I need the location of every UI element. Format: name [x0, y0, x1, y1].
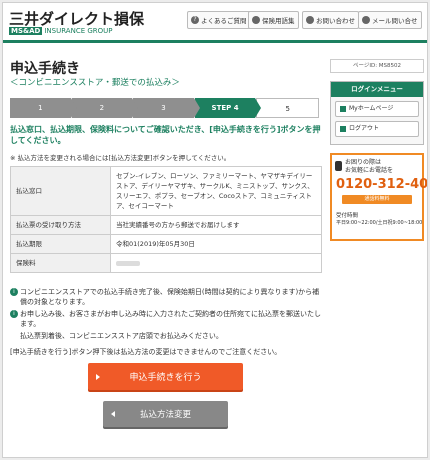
info-icon: i [10, 310, 18, 318]
page-id: ページID: MS8502 [330, 59, 424, 73]
step-2: 2 [71, 98, 138, 118]
page-subtitle: ＜コンビニエンスストア・郵送での払込み＞ [10, 78, 180, 88]
submit-application-button[interactable]: 申込手続きを行う [88, 363, 243, 390]
arrow-right-icon [96, 373, 100, 380]
row-label-receipt: 払込票の受け取り方法 [10, 215, 111, 235]
mobile-phone-icon [335, 161, 342, 171]
brand-subtitle: MS&AD INSURANCE GROUP [9, 27, 113, 35]
site-header: 三井ダイレクト損保 MS&AD INSURANCE GROUP ? よくあるご質問 … [3, 3, 427, 43]
redacted-value [116, 260, 140, 266]
nav-faq-label: よくあるご質問 [201, 17, 247, 25]
step-5: 5 [256, 98, 319, 118]
info-icon: i [10, 288, 18, 296]
contact-heading: お困りの際は お気軽にお電話を [335, 159, 394, 175]
table-row: 払込期限 令和01(2019)年05月30日 [10, 234, 322, 254]
table-row: 保険料 [10, 253, 322, 273]
change-label: 払込方法変更 [139, 410, 191, 420]
change-method-note: ※ 払込方法を変更される場合には[払込方法変更]ボタンを押してください。 [10, 154, 231, 162]
info-text: 払込票到着後、コンビニエンスストア店頭でお払込みください。 [20, 332, 223, 340]
contact-line2: お気軽にお電話を [345, 167, 394, 174]
row-value-premium [110, 253, 322, 273]
nav-contact-label: お問い合わせ [316, 17, 355, 25]
info-item: i お申し込み後、お客さまがお申し込み時に入力されたご契約者の住所宛てに払込票を郵… [10, 309, 322, 329]
question-icon: ? [191, 16, 199, 24]
home-icon [340, 105, 346, 112]
row-value-deadline: 令和01(2019)年05月30日 [110, 234, 322, 254]
table-row: 払込窓口 セブン-イレブン、ローソン、ファミリーマート、ヤマザキデイリーストア、… [10, 166, 322, 216]
contact-box: お困りの際は お気軽にお電話を 0120-312-405 通話料無料 受付時間 … [330, 153, 427, 241]
phone-number[interactable]: 0120-312-405 [336, 177, 427, 192]
change-payment-method-button[interactable]: 払込方法変更 [103, 401, 228, 427]
nav-mail-label: メール問い合せ [372, 17, 418, 25]
row-label-premium: 保険料 [10, 253, 111, 273]
brand-box: MS&AD [9, 27, 43, 35]
step-1: 1 [10, 98, 77, 118]
company-logo[interactable]: 三井ダイレクト損保 [9, 8, 144, 29]
nav-contact[interactable]: お問い合わせ [302, 11, 359, 29]
my-homepage-label: Myホームページ [349, 105, 394, 112]
info-list: i コンビニエンスストアでの払込手続き完了後、保険始期日(時間は契約により異なりま… [10, 287, 322, 343]
contact-line1: お困りの際は [345, 159, 382, 166]
nav-glossary-label: 保険用語集 [262, 17, 295, 25]
final-note: [申込手続きを行う]ボタン押下後は払込方法の変更はできませんのでご注意ください。 [10, 348, 282, 356]
row-value-counter: セブン-イレブン、ローソン、ファミリーマート、ヤマザキデイリーストア、デイリーヤ… [110, 166, 322, 216]
phone-icon [306, 16, 314, 24]
row-label-deadline: 払込期限 [10, 234, 111, 254]
logout-icon [340, 125, 346, 132]
arrow-left-icon [111, 411, 115, 417]
hours-label: 受付時間 [336, 213, 359, 219]
submit-label: 申込手続きを行う [129, 373, 202, 383]
book-icon [252, 16, 260, 24]
business-hours: 平日9:00~22:00/土日祝9:00~18:00 [336, 220, 423, 226]
nav-faq[interactable]: ? よくあるご質問 [187, 11, 251, 29]
table-row: 払込票の受け取り方法 当社実績番号の方から郵送でお届けします [10, 215, 322, 235]
toll-free-badge: 通話料無料 [342, 195, 412, 204]
login-menu-title: ログインメニュー [331, 82, 423, 97]
info-text: お申し込み後、お客さまがお申し込み時に入力されたご契約者の住所宛てに払込票を郵送… [20, 310, 321, 328]
row-label-counter: 払込窓口 [10, 166, 111, 216]
step-4-current: STEP 4 [194, 98, 261, 118]
mail-icon [362, 16, 370, 24]
payment-info-table: 払込窓口 セブン-イレブン、ローソン、ファミリーマート、ヤマザキデイリーストア、… [10, 166, 322, 273]
progress-steps: 1 2 3 STEP 4 5 [10, 98, 320, 118]
info-item: i コンビニエンスストアでの払込手続き完了後、保険始期日(時間は契約により異なりま… [10, 287, 322, 307]
brand-text: INSURANCE GROUP [44, 27, 113, 35]
nav-mail[interactable]: メール問い合せ [358, 11, 422, 29]
page-title: 申込手続き [10, 61, 80, 77]
info-text: コンビニエンスストアでの払込手続き完了後、保険始期日(時間は契約により異なります… [20, 288, 320, 306]
logout-label: ログアウト [349, 125, 380, 132]
logout-button[interactable]: ログアウト [335, 121, 419, 137]
info-item: 払込票到着後、コンビニエンスストア店頭でお払込みください。 [10, 331, 322, 341]
login-menu: ログインメニュー Myホームページ ログアウト [330, 81, 424, 145]
my-homepage-button[interactable]: Myホームページ [335, 101, 419, 117]
step-3: 3 [133, 98, 200, 118]
page-frame: 三井ダイレクト損保 MS&AD INSURANCE GROUP ? よくあるご質問 … [2, 2, 428, 458]
row-value-receipt: 当社実績番号の方から郵送でお届けします [110, 215, 322, 235]
instruction-notice: 払込窓口、払込期限、保険料についてご確認いただき、[申込手続きを行う]ボタンを押… [10, 125, 321, 145]
nav-glossary[interactable]: 保険用語集 [248, 11, 299, 29]
